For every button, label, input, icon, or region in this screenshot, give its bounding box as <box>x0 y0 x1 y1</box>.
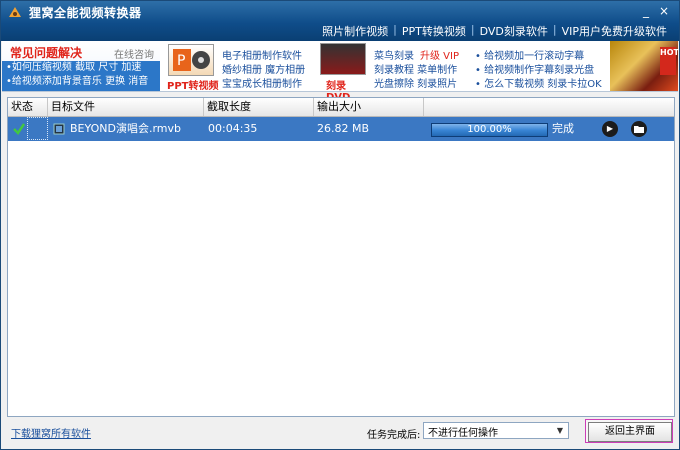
top-nav: 照片制作视频 | PPT转换视频 | DVD刻录软件 | VIP用户免费升级软件 <box>318 23 671 39</box>
faq-link-audio[interactable]: •给视频添加背景音乐 更换 消音 <box>2 75 160 89</box>
row-file-name: BEYOND演唱会.rmvb <box>70 122 182 135</box>
faq-panel: 常见问题解决 在线咨询 •如何压缩视频 截取 尺寸 加速 •给视频添加背景音乐 … <box>2 41 160 91</box>
ppt-image: P <box>168 44 214 76</box>
checkmark-icon[interactable] <box>12 122 26 136</box>
nav-vip-upgrade[interactable]: VIP用户免费升级软件 <box>558 23 671 39</box>
return-main-button[interactable]: 返回主界面 <box>585 419 673 443</box>
table-row[interactable]: BEYOND演唱会.rmvb 00:04:35 26.82 MB 100.00%… <box>8 117 674 141</box>
film-icon <box>53 123 65 135</box>
download-all-software-link[interactable]: 下载狸窝所有软件 <box>11 425 91 440</box>
dvd-image <box>320 43 366 75</box>
row-status-text: 完成 <box>552 122 574 135</box>
subtitle-link-3[interactable]: • 怎么下载视频 刻录卡拉OK <box>475 75 602 90</box>
subtitle-link-2[interactable]: • 给视频制作字幕刻录光盘 <box>475 61 594 76</box>
after-task-value: 不进行任何操作 <box>428 428 498 439</box>
album-link-1[interactable]: 电子相册制作软件 <box>222 47 302 62</box>
online-consult-link[interactable]: 在线咨询 <box>114 46 154 61</box>
task-table: 状态 目标文件 截取长度 输出大小 BEYOND演唱会.rmvb 00:04:3… <box>7 97 675 417</box>
header-clip-length[interactable]: 截取长度 <box>204 98 314 116</box>
dvd-link-beginner[interactable]: 菜鸟刻录 <box>374 47 414 62</box>
album-link-2[interactable]: 婚纱相册 魔方相册 <box>222 61 305 76</box>
row-clip-length: 00:04:35 <box>208 122 258 135</box>
after-task-select[interactable]: 不进行任何操作 ▼ <box>423 422 569 439</box>
dvd-link-erase[interactable]: 光盘擦除 刻录照片 <box>374 75 457 90</box>
row-focus-box <box>27 117 48 140</box>
conversion-progress-bar: 100.00% <box>431 123 548 137</box>
ppt-icon: P <box>173 49 210 71</box>
table-header: 状态 目标文件 截取长度 输出大小 <box>8 98 674 117</box>
minimize-button[interactable]: _ <box>639 4 653 18</box>
after-task-label: 任务完成后: <box>367 430 421 441</box>
nav-dvd-software[interactable]: DVD刻录软件 <box>476 23 552 39</box>
header-target-file[interactable]: 目标文件 <box>48 98 204 116</box>
close-button[interactable]: × <box>657 4 671 18</box>
ad-banner: 常见问题解决 在线咨询 •如何压缩视频 截取 尺寸 加速 •给视频添加背景音乐 … <box>2 41 679 103</box>
app-fox-icon <box>9 7 21 17</box>
dropdown-arrow-icon[interactable]: ▼ <box>552 423 568 438</box>
dvd-promo[interactable]: 刻录DVD <box>318 41 370 103</box>
faq-link-compress[interactable]: •如何压缩视频 截取 尺寸 加速 <box>2 61 160 75</box>
app-window: 狸窝全能视频转换器 _ × 照片制作视频 | PPT转换视频 | DVD刻录软件 | … <box>0 0 680 450</box>
ppt-promo[interactable]: P PPT转视频 <box>164 41 220 92</box>
header-status[interactable]: 状态 <box>8 98 48 116</box>
faq-title: 常见问题解决 <box>10 46 83 60</box>
subtitle-link-1[interactable]: • 给视频加一行滚动字幕 <box>475 47 584 62</box>
return-main-label: 返回主界面 <box>588 422 672 442</box>
dvd-link-tutorial[interactable]: 刻录教程 菜单制作 <box>374 61 457 76</box>
titlebar: 狸窝全能视频转换器 _ × 照片制作视频 | PPT转换视频 | DVD刻录软件 | … <box>1 1 679 41</box>
folder-icon[interactable] <box>631 121 647 137</box>
nav-photo-video[interactable]: 照片制作视频 <box>318 23 392 39</box>
ppt-label[interactable]: PPT转视频 <box>167 77 218 92</box>
dvd-link-vip[interactable]: 升级 VIP <box>420 47 459 62</box>
album-link-3[interactable]: 宝宝成长相册制作 <box>222 75 302 90</box>
svg-text:P: P <box>177 53 185 69</box>
play-icon[interactable]: ▶ <box>602 121 618 137</box>
header-progress <box>424 98 674 116</box>
nav-ppt-video[interactable]: PPT转换视频 <box>398 23 470 39</box>
hot-badge: HOT <box>660 47 679 75</box>
header-output-size[interactable]: 输出大小 <box>314 98 424 116</box>
game-ad-image[interactable]: HOT <box>610 41 679 91</box>
row-output-size: 26.82 MB <box>317 122 370 135</box>
app-title: 狸窝全能视频转换器 <box>29 6 142 20</box>
progress-text: 100.00% <box>467 124 512 135</box>
faq-links: •如何压缩视频 截取 尺寸 加速 •给视频添加背景音乐 更换 消音 <box>2 61 160 91</box>
